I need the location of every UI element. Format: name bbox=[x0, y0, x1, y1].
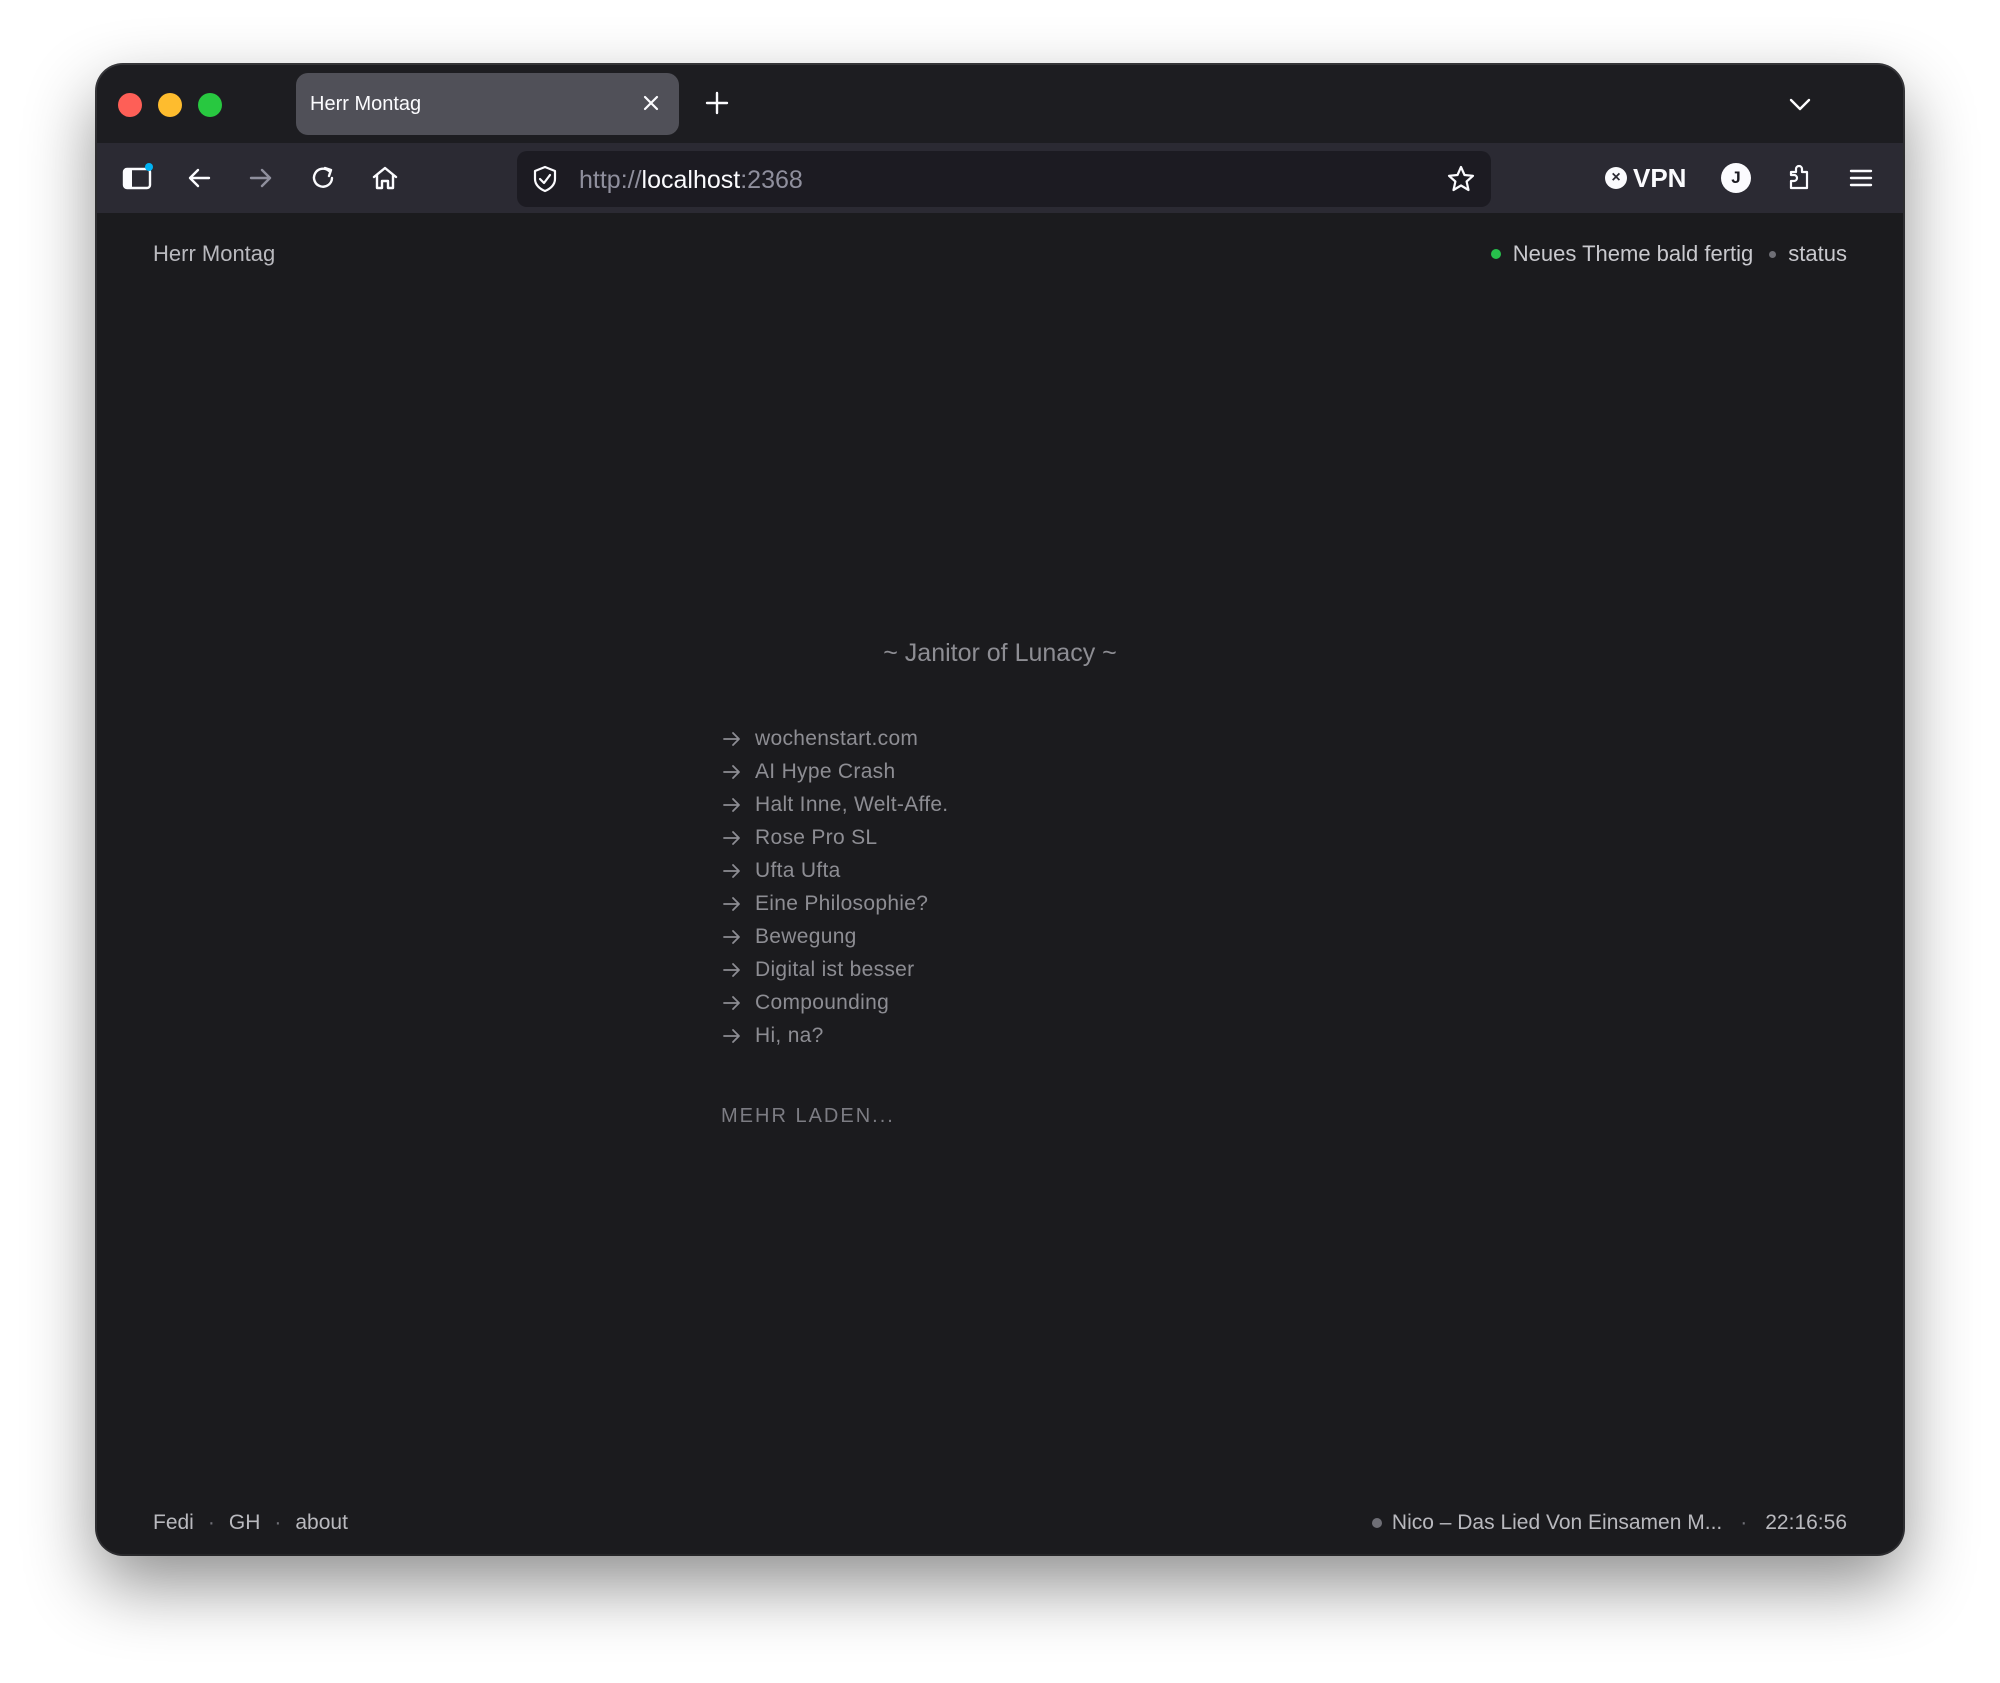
vpn-label: VPN bbox=[1633, 162, 1687, 193]
post-link-2[interactable]: Halt Inne, Welt-Affe. bbox=[721, 788, 948, 821]
url-host: localhost bbox=[641, 166, 741, 194]
arrow-right-icon bbox=[723, 863, 740, 878]
post-title: Halt Inne, Welt-Affe. bbox=[755, 792, 949, 816]
arrow-right-icon bbox=[723, 797, 740, 812]
post-title: Compounding bbox=[755, 990, 890, 1014]
forward-arrow-icon[interactable] bbox=[243, 160, 279, 196]
arrow-right-icon bbox=[723, 731, 740, 746]
post-link-8[interactable]: Compounding bbox=[721, 986, 948, 1019]
arrow-right-icon bbox=[723, 764, 740, 779]
post-link-6[interactable]: Bewegung bbox=[721, 920, 948, 953]
now-playing-dot bbox=[1371, 1518, 1382, 1528]
post-title: Rose Pro SL bbox=[755, 825, 878, 849]
vpn-off-icon: × bbox=[1605, 167, 1627, 189]
post-title: wochenstart.com bbox=[755, 726, 919, 750]
load-more-button[interactable]: MEHR LADEN... bbox=[721, 1105, 895, 1128]
close-tab-icon[interactable] bbox=[637, 89, 665, 117]
post-link-1[interactable]: AI Hype Crash bbox=[721, 755, 948, 788]
post-link-5[interactable]: Eine Philosophie? bbox=[721, 887, 948, 920]
post-title: AI Hype Crash bbox=[755, 759, 896, 783]
extensions-puzzle-icon[interactable] bbox=[1781, 160, 1817, 196]
post-link-0[interactable]: wochenstart.com bbox=[721, 722, 948, 755]
post-link-4[interactable]: Ufta Ufta bbox=[721, 854, 948, 887]
arrow-right-icon bbox=[723, 1028, 740, 1043]
arrow-right-icon bbox=[723, 830, 740, 845]
reload-icon[interactable] bbox=[305, 160, 341, 196]
navigation-toolbar: http://localhost:2368 × VPN J bbox=[97, 143, 1903, 213]
now-playing-track: Nico – Das Lied Von Einsamen M... bbox=[1391, 1511, 1723, 1534]
arrow-right-icon bbox=[723, 896, 740, 911]
status-dot bbox=[1490, 249, 1501, 259]
arrow-right-icon bbox=[723, 962, 740, 977]
url-port: :2368 bbox=[740, 166, 803, 194]
close-window-button[interactable] bbox=[118, 93, 142, 117]
post-title: Digital ist besser bbox=[755, 957, 915, 981]
tab-herr-montag[interactable]: Herr Montag bbox=[296, 73, 679, 135]
post-link-9[interactable]: Hi, na? bbox=[721, 1019, 948, 1052]
home-icon[interactable] bbox=[367, 160, 403, 196]
sidebar-icon[interactable] bbox=[119, 160, 155, 196]
url-scheme: http:// bbox=[579, 166, 642, 194]
url-bar[interactable]: http://localhost:2368 bbox=[517, 151, 1491, 207]
footer-link-about[interactable]: about bbox=[295, 1511, 348, 1535]
footer-link-fedi[interactable]: Fedi bbox=[153, 1511, 194, 1535]
tab-strip: Herr Montag bbox=[97, 65, 1903, 143]
shield-icon[interactable] bbox=[529, 163, 561, 195]
post-title: Eine Philosophie? bbox=[755, 891, 929, 915]
post-list: wochenstart.com AI Hype Crash Halt Inne,… bbox=[721, 722, 948, 1052]
post-link-7[interactable]: Digital ist besser bbox=[721, 953, 948, 986]
footer-link-gh[interactable]: GH bbox=[229, 1511, 261, 1535]
site-tagline: ~ Janitor of Lunacy ~ bbox=[883, 639, 1117, 667]
post-link-3[interactable]: Rose Pro SL bbox=[721, 821, 948, 854]
arrow-right-icon bbox=[723, 929, 740, 944]
separator-dot bbox=[1769, 250, 1777, 258]
browser-window: Herr Montag http://localhost:2368 × VPN … bbox=[97, 65, 1903, 1554]
site-title-link[interactable]: Herr Montag bbox=[153, 241, 275, 267]
minimize-window-button[interactable] bbox=[158, 93, 182, 117]
footer-links: Fedi · GH · about bbox=[153, 1511, 348, 1535]
tab-title: Herr Montag bbox=[310, 93, 422, 115]
hamburger-menu-icon[interactable] bbox=[1843, 160, 1879, 196]
footer-separator: · bbox=[1740, 1511, 1748, 1534]
status-message: Neues Theme bald fertig bbox=[1512, 241, 1754, 266]
chevron-down-icon[interactable] bbox=[1785, 89, 1815, 119]
post-title: Ufta Ufta bbox=[755, 858, 841, 882]
status-link[interactable]: status bbox=[1788, 241, 1847, 267]
back-arrow-icon[interactable] bbox=[181, 160, 217, 196]
footer-separator: · bbox=[274, 1511, 282, 1534]
url-text[interactable]: http://localhost:2368 bbox=[579, 166, 803, 195]
account-avatar[interactable]: J bbox=[1721, 163, 1751, 193]
footer-separator: · bbox=[207, 1511, 215, 1534]
vpn-button[interactable]: × VPN bbox=[1605, 160, 1686, 196]
web-page: Herr Montag Neues Theme bald fertig stat… bbox=[97, 213, 1903, 1554]
bookmark-star-icon[interactable] bbox=[1445, 163, 1477, 195]
status-area: Neues Theme bald fertig status bbox=[1490, 241, 1847, 267]
post-title: Bewegung bbox=[755, 924, 857, 948]
footer-now-playing: Nico – Das Lied Von Einsamen M... · 22:1… bbox=[1371, 1511, 1847, 1535]
post-title: Hi, na? bbox=[755, 1023, 824, 1047]
clock: 22:16:56 bbox=[1765, 1511, 1847, 1534]
new-tab-icon[interactable] bbox=[701, 87, 733, 119]
arrow-right-icon bbox=[723, 995, 740, 1010]
maximize-window-button[interactable] bbox=[198, 93, 222, 117]
